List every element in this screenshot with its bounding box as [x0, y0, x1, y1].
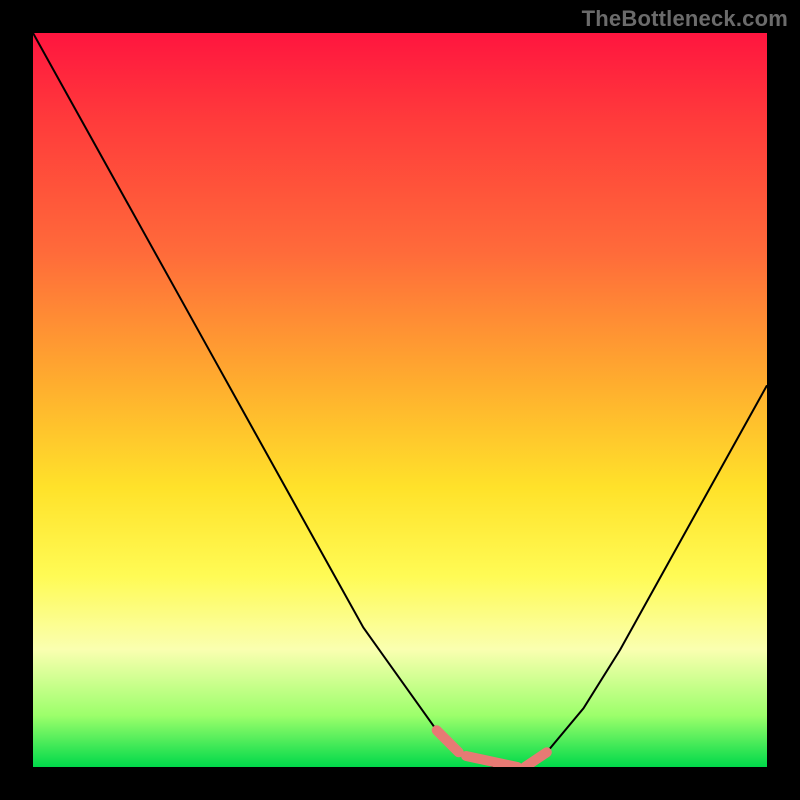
bottleneck-curve [33, 33, 767, 767]
curve-svg [33, 33, 767, 767]
highlight-flat [466, 756, 517, 767]
chart-frame: TheBottleneck.com [0, 0, 800, 800]
plot-area [33, 33, 767, 767]
highlight-left [437, 730, 459, 752]
watermark-text: TheBottleneck.com [582, 6, 788, 32]
highlight-right [525, 752, 547, 767]
